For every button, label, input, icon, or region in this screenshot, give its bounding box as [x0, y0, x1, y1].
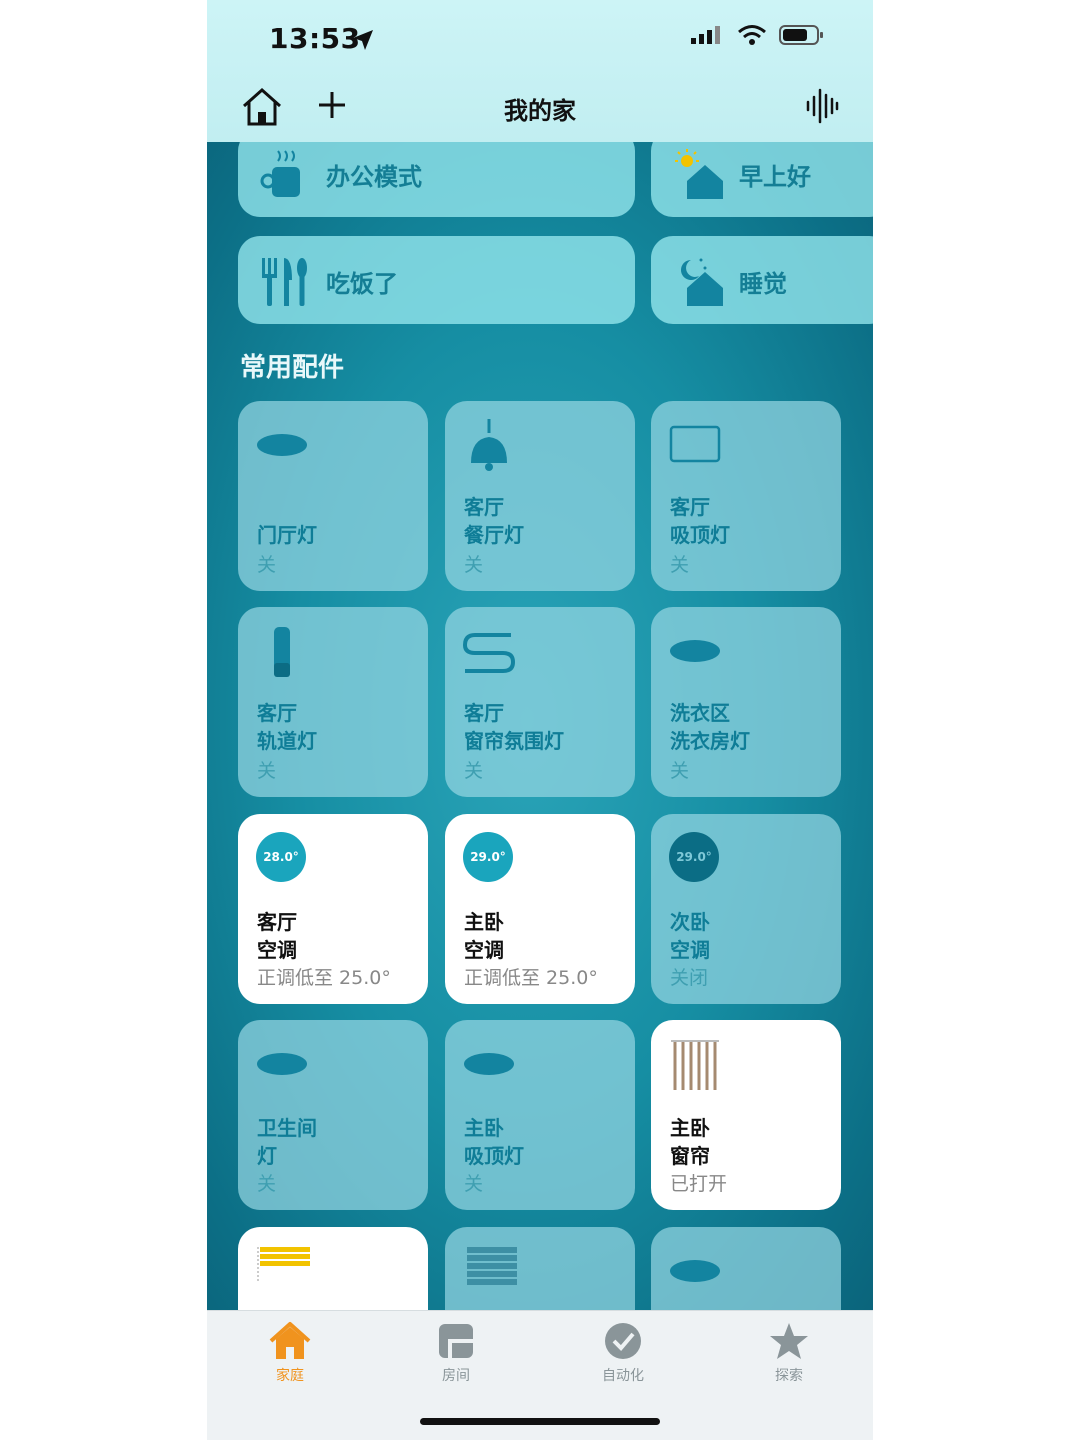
accessory-status: 关闭 — [670, 967, 709, 989]
ceiling-light-icon — [670, 1260, 720, 1282]
panel-light-icon — [669, 425, 721, 463]
tab-automation[interactable]: 自动化 — [553, 1311, 693, 1385]
page-title: 我的家 — [504, 97, 576, 125]
accessory-tile[interactable]: 29.0° 主卧 空调 正调低至 25.0° — [445, 814, 635, 1004]
accessory-room: 卫生间 — [257, 1116, 317, 1140]
accessory-status: 正调低至 25.0° — [257, 967, 391, 989]
accessory-name: 轨道灯 — [257, 729, 317, 753]
accessory-status: 关 — [670, 760, 690, 782]
scene-button[interactable]: 吃饭了 — [238, 236, 635, 324]
accessory-tile[interactable]: 客厅 吸顶灯 关 — [651, 401, 841, 591]
automation-tab-icon — [605, 1323, 641, 1359]
accessory-name: 空调 — [670, 938, 710, 962]
thermostat-icon: 29.0° — [463, 832, 513, 882]
tab-label: 自动化 — [602, 1368, 644, 1384]
pendant-lamp-icon — [471, 419, 507, 471]
accessory-status: 正调低至 25.0° — [464, 967, 598, 989]
phone-screen: 门厅灯 关 客厅 餐厅灯 关 客厅 吸顶灯 关 客厅 轨道灯 关 客厅 窗帘氛围… — [207, 0, 873, 1440]
coffee-cup-icon — [260, 150, 300, 197]
accessory-name: 餐厅灯 — [464, 523, 524, 547]
track-light-icon — [274, 627, 290, 677]
status-time: 13:53 — [269, 22, 361, 55]
accessory-status: 关 — [257, 760, 277, 782]
accessory-room: 客厅 — [464, 495, 504, 519]
accessory-room: 主卧 — [670, 1116, 710, 1140]
tab-rooms[interactable]: 房间 — [386, 1311, 526, 1385]
scene-label: 吃饭了 — [326, 270, 398, 298]
accessory-status: 已打开 — [670, 1173, 728, 1195]
accessory-tile[interactable]: 主卧 吸顶灯 关 — [445, 1020, 635, 1210]
top-bar: 13:53 我的家 — [207, 0, 873, 142]
light-strip-icon — [463, 633, 516, 673]
accessory-tile[interactable]: 洗衣区 洗衣房灯 关 — [651, 607, 841, 797]
scene-label: 办公模式 — [326, 163, 422, 191]
accessory-name: 窗帘 — [670, 1144, 710, 1168]
tab-label: 探索 — [775, 1368, 803, 1384]
discover-tab-icon — [770, 1323, 808, 1359]
accessory-name: 空调 — [464, 938, 504, 962]
scene-label: 早上好 — [739, 163, 811, 191]
accessory-tile[interactable]: 28.0° 客厅 空调 正调低至 25.0° — [238, 814, 428, 1004]
tab-home[interactable]: 家庭 — [220, 1311, 360, 1385]
accessory-name: 窗帘氛围灯 — [464, 729, 564, 753]
accessory-room: 次卧 — [670, 910, 710, 934]
accessory-tile[interactable]: 客厅 餐厅灯 关 — [445, 401, 635, 591]
accessory-status: 关 — [257, 554, 277, 576]
accessory-tile[interactable]: 卫生间 灯 关 — [238, 1020, 428, 1210]
accessory-name: 空调 — [257, 938, 297, 962]
accessory-tile[interactable]: 客厅 窗帘氛围灯 关 — [445, 607, 635, 797]
curtain-icon — [671, 1040, 719, 1090]
ceiling-light-icon — [257, 434, 307, 456]
blinds-icon — [257, 1247, 310, 1281]
tab-label: 房间 — [442, 1368, 470, 1384]
tab-label: 家庭 — [276, 1368, 304, 1384]
thermostat-icon: 28.0° — [256, 832, 306, 882]
ceiling-light-icon — [464, 1053, 514, 1075]
thermostat-icon: 29.0° — [669, 832, 719, 882]
accessory-name: 灯 — [257, 1144, 277, 1168]
scene-button[interactable]: 睡觉 — [651, 236, 873, 324]
scene-label: 睡觉 — [739, 270, 787, 298]
home-tab-icon — [269, 1322, 311, 1359]
accessory-status: 关 — [670, 554, 690, 576]
scene-button[interactable]: 早上好 — [651, 129, 873, 217]
accessory-status: 关 — [464, 1173, 484, 1195]
accessory-tile[interactable]: 客厅 轨道灯 关 — [238, 607, 428, 797]
accessory-room: 客厅 — [257, 701, 297, 725]
location-arrow-icon — [353, 30, 373, 50]
home-indicator[interactable] — [420, 1418, 660, 1425]
accessory-name: 吸顶灯 — [464, 1144, 524, 1168]
battery-icon — [779, 25, 823, 45]
status-icons — [691, 24, 825, 46]
accessory-name: 吸顶灯 — [670, 523, 730, 547]
rooms-tab-icon — [439, 1324, 473, 1358]
accessory-room: 主卧 — [464, 910, 504, 934]
moon-house-icon — [681, 258, 723, 306]
accessory-status: 关 — [464, 554, 484, 576]
accessory-tile[interactable]: 主卧 窗帘 已打开 — [651, 1020, 841, 1210]
wifi-icon — [738, 25, 766, 45]
sunrise-house-icon — [675, 149, 723, 199]
accessory-room: 洗衣区 — [670, 701, 730, 725]
accessory-status: 关 — [464, 760, 484, 782]
accessory-tile[interactable]: 门厅灯 关 — [238, 401, 428, 591]
accessory-room: 主卧 — [464, 1116, 504, 1140]
cellular-signal-icon — [691, 26, 720, 44]
accessory-name: 门厅灯 — [257, 523, 317, 547]
ceiling-light-icon — [257, 1053, 307, 1075]
accessory-status: 关 — [257, 1173, 277, 1195]
scene-button[interactable]: 办公模式 — [238, 129, 635, 217]
accessory-room: 客厅 — [464, 701, 504, 725]
section-title: 常用配件 — [240, 353, 345, 383]
accessory-room: 客厅 — [670, 495, 710, 519]
ceiling-light-icon — [670, 640, 720, 662]
accessory-name: 洗衣房灯 — [670, 729, 750, 753]
fork-knife-icon — [262, 258, 307, 306]
accessory-tile[interactable]: 29.0° 次卧 空调 关闭 — [651, 814, 841, 1004]
intercom-waveform-icon[interactable] — [805, 88, 839, 124]
tab-discover[interactable]: 探索 — [719, 1311, 859, 1385]
accessory-room: 客厅 — [257, 910, 297, 934]
blinds-icon — [467, 1247, 517, 1285]
